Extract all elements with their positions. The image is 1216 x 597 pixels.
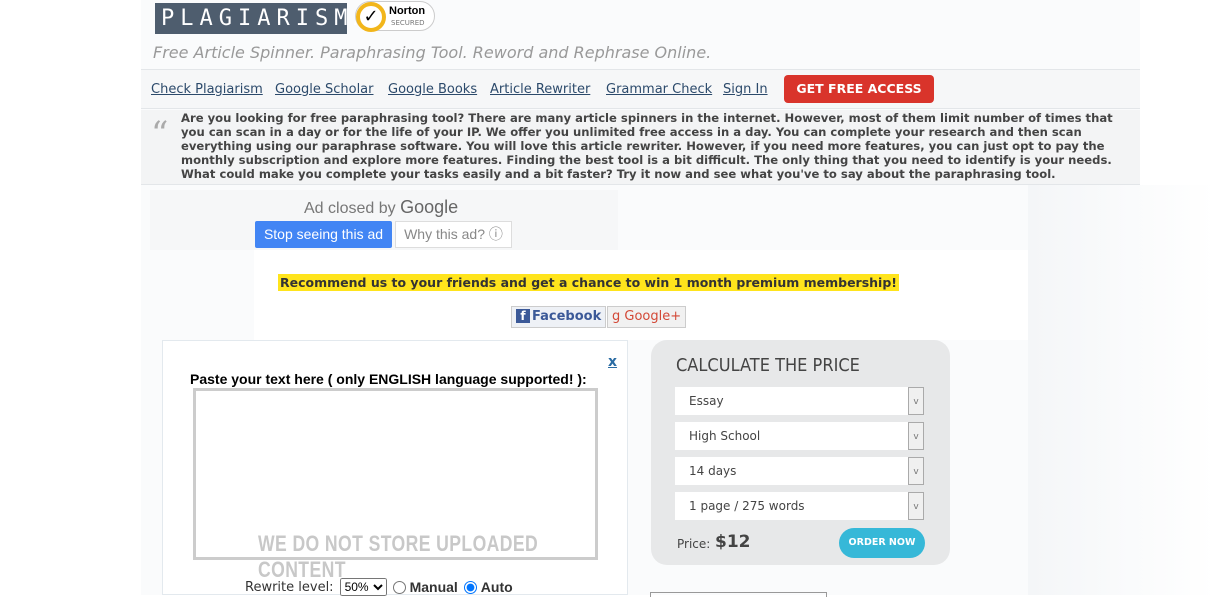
why-this-ad-button[interactable]: Why this ad? ⓘ (395, 221, 512, 248)
rewrite-level-label: Rewrite level: (245, 579, 334, 595)
google-plus-button[interactable]: g Google+ (607, 306, 687, 328)
google-logo: Google (400, 197, 459, 217)
close-link[interactable]: x (608, 354, 617, 370)
chevron-down-icon: v (908, 387, 924, 415)
order-now-button[interactable]: ORDER NOW (839, 528, 925, 558)
price-label: Price: (677, 537, 711, 551)
google-plus-icon: g (612, 309, 621, 324)
manual-radio[interactable] (392, 580, 406, 594)
norton-badge: ✓ Norton SECURED (355, 1, 435, 32)
text-label: Paste your text here ( only ENGLISH lang… (190, 371, 587, 387)
paper-type-select[interactable]: Essay v (675, 387, 924, 415)
get-free-access-button[interactable]: GET FREE ACCESS (784, 75, 934, 103)
intro-block: “ Are you looking for free paraphrasing … (141, 110, 1140, 185)
background-shade (1028, 185, 1216, 595)
tagline: Free Article Spinner. Paraphrasing Tool.… (153, 43, 712, 62)
nav-sign-in[interactable]: Sign In (723, 82, 768, 97)
ad-closed-text: Ad closed by (304, 200, 396, 217)
checkmark-icon: ✓ (356, 2, 386, 32)
academic-level-select[interactable]: High School v (675, 422, 924, 450)
quote-icon: “ (151, 114, 169, 154)
rewrite-controls: Rewrite level: 50% Manual Auto (245, 578, 513, 596)
facebook-label: Facebook (532, 309, 602, 324)
rewriter-panel: x Paste your text here ( only ENGLISH la… (162, 340, 628, 596)
logo[interactable]: PLAGIARISMA (155, 3, 367, 34)
price-calculator: CALCULATE THE PRICE Essay v High School v … (651, 340, 950, 565)
promo-text: Recommend us to your friends and get a c… (278, 274, 899, 291)
stop-seeing-ad-button[interactable]: Stop seeing this ad (255, 221, 392, 248)
facebook-button[interactable]: f Facebook (511, 306, 607, 328)
chevron-down-icon: v (908, 492, 924, 520)
google-plus-label: Google+ (624, 309, 682, 324)
chevron-down-icon: v (908, 457, 924, 485)
price-value: $12 (715, 532, 751, 552)
nav-google-books[interactable]: Google Books (388, 82, 477, 97)
rewrite-level-select[interactable]: 50% (339, 578, 387, 596)
price-title: CALCULATE THE PRICE (676, 355, 860, 376)
chevron-down-icon: v (908, 422, 924, 450)
watermark: WE DO NOT STORE UPLOADED CONTENT (258, 531, 539, 582)
intro-text: Are you looking for free paraphrasing to… (181, 111, 1113, 181)
mode-auto[interactable]: Auto (463, 579, 513, 595)
nav-grammar-check[interactable]: Grammar Check (606, 82, 712, 97)
norton-sub: SECURED (391, 19, 425, 27)
pages-select[interactable]: 1 page / 275 words v (675, 492, 924, 520)
auto-radio[interactable] (463, 580, 477, 594)
facebook-icon: f (516, 309, 530, 323)
norton-title: Norton (389, 5, 426, 17)
ad-closed-panel: Ad closed by Google Stop seeing this ad … (150, 190, 618, 250)
nav-check-plagiarism[interactable]: Check Plagiarism (151, 82, 263, 97)
mode-manual[interactable]: Manual (392, 579, 458, 595)
deadline-select[interactable]: 14 days v (675, 457, 924, 485)
nav-google-scholar[interactable]: Google Scholar (275, 82, 374, 97)
nav-article-rewriter[interactable]: Article Rewriter (490, 82, 590, 97)
nav-bar: Check Plagiarism Google Scholar Google B… (141, 69, 1140, 109)
